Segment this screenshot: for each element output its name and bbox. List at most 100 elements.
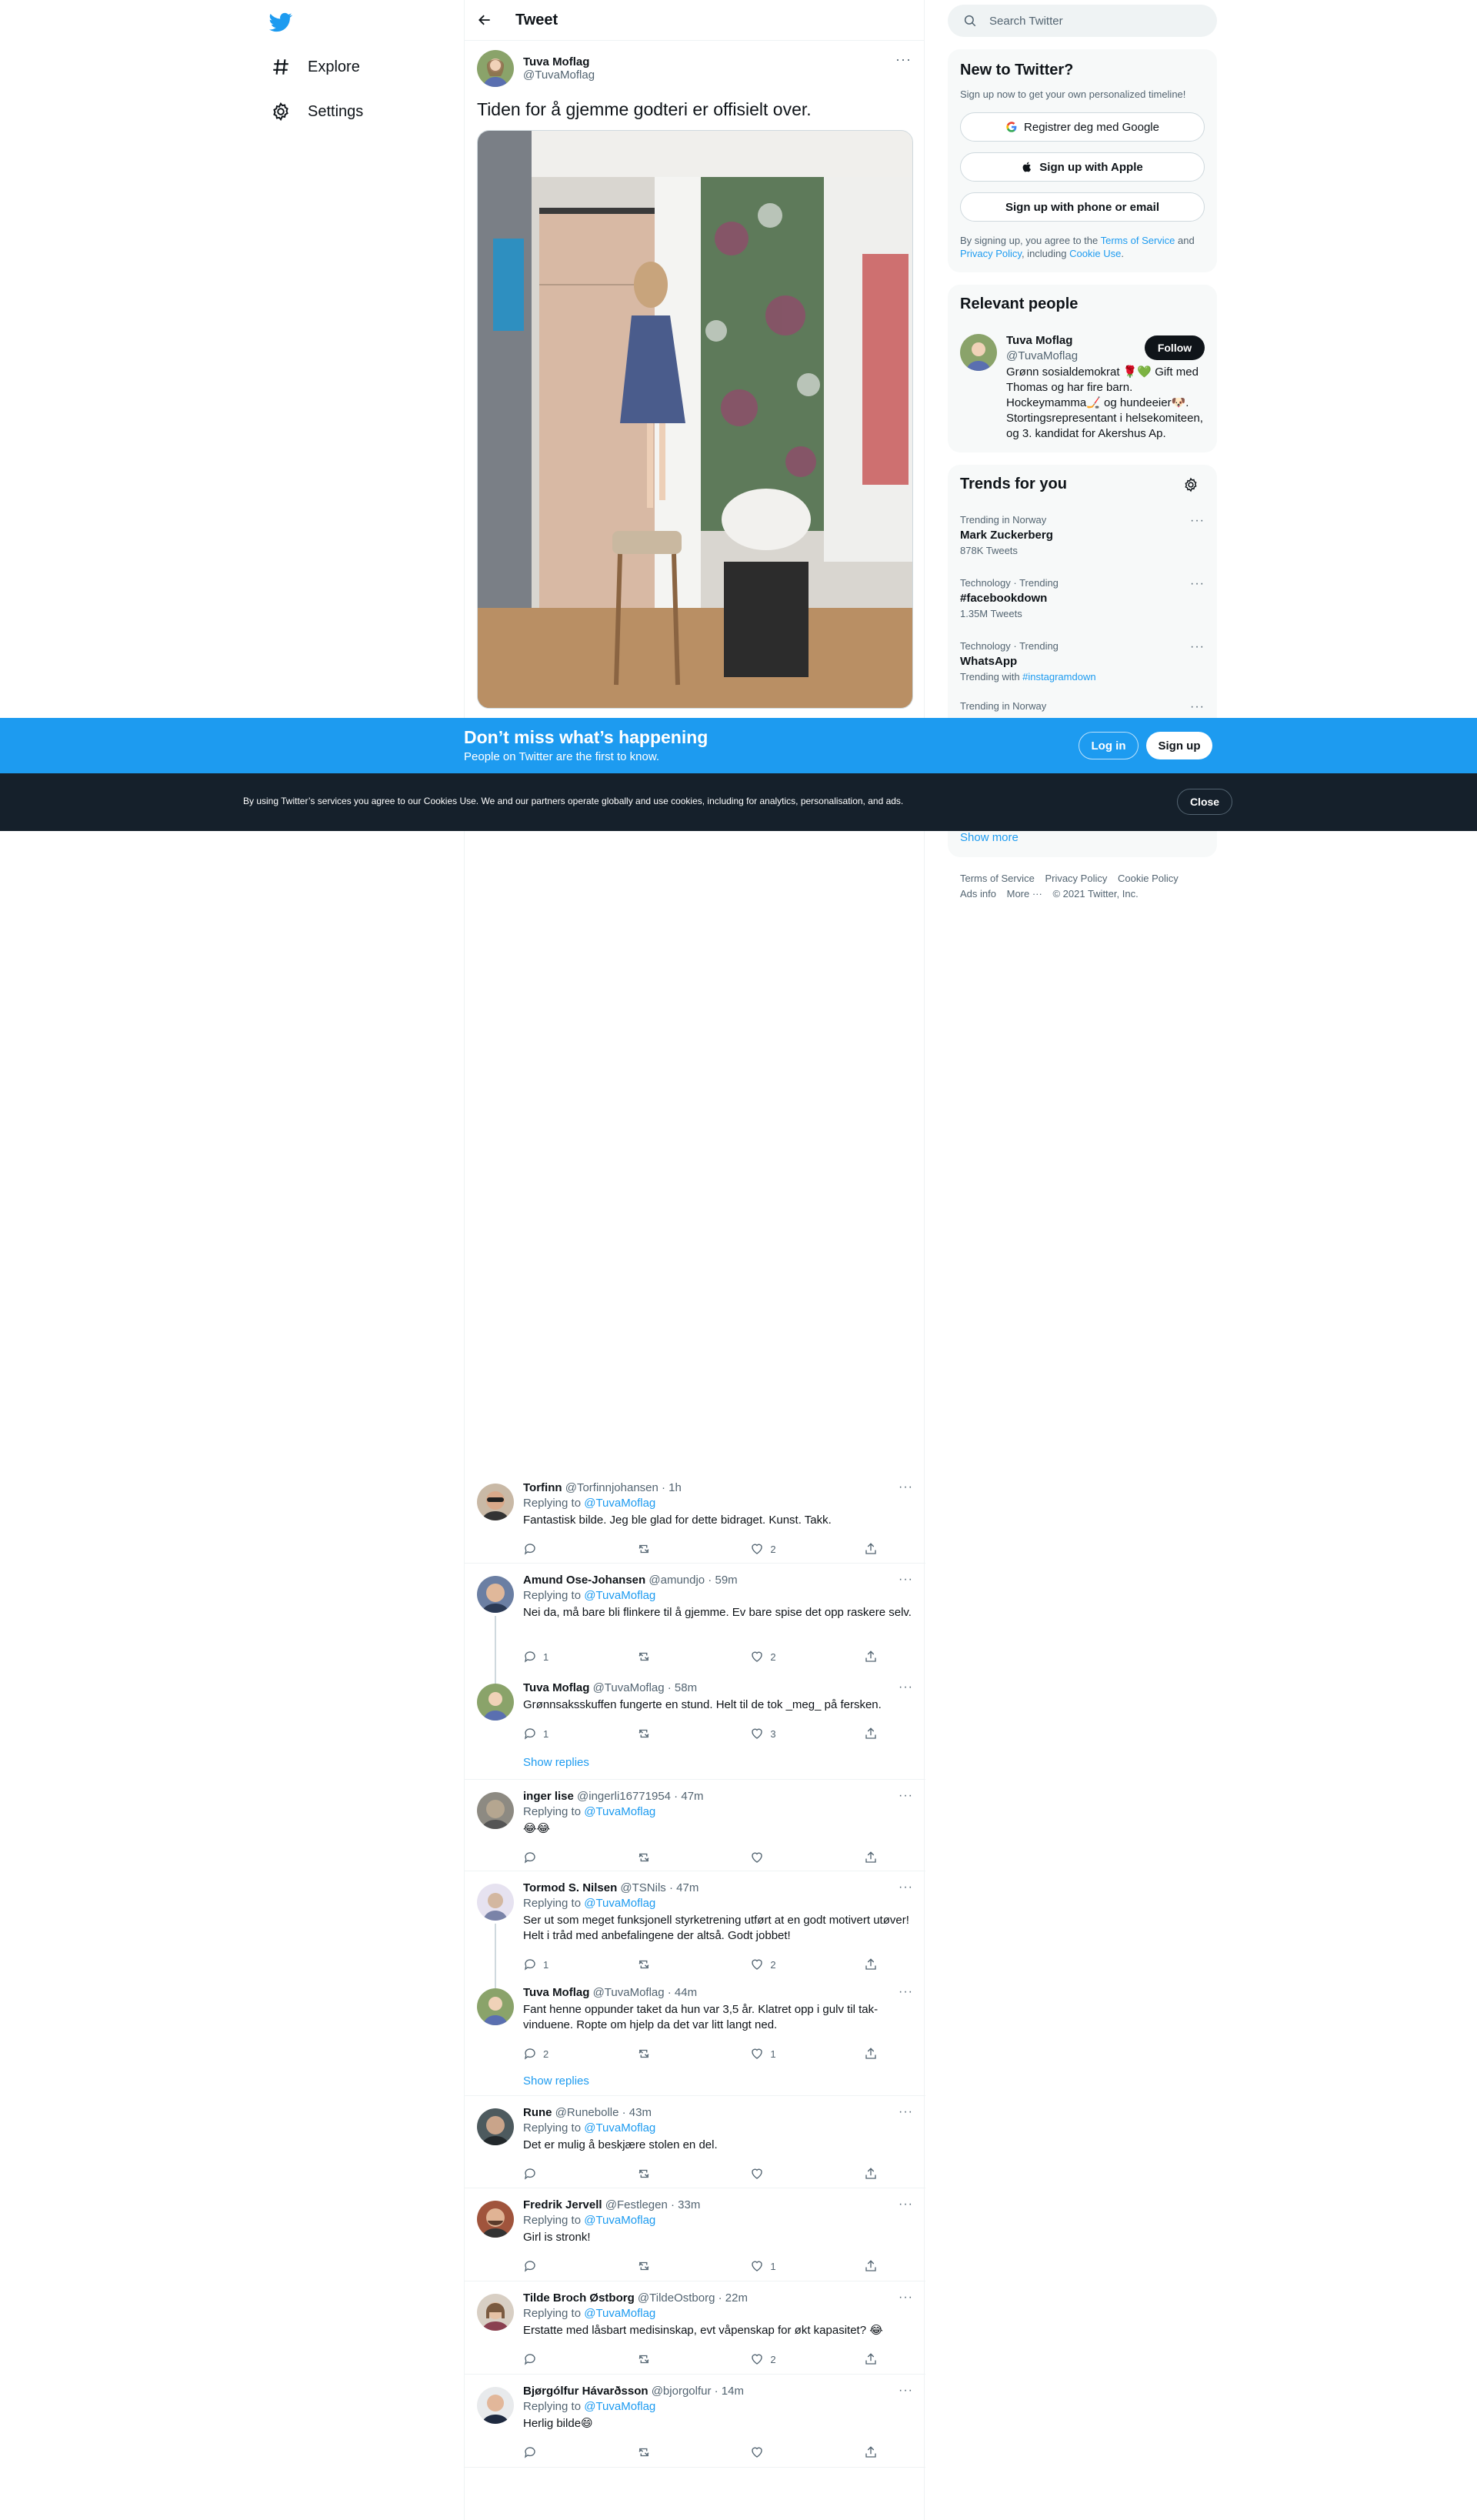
share-button[interactable] [864, 2259, 879, 2273]
nav-explore[interactable]: Explore [271, 52, 360, 82]
like-button[interactable]: 2 [750, 2352, 827, 2366]
reply-button[interactable] [523, 2259, 600, 2273]
reply-item[interactable]: Bjørgólfur Hávarðsson @bjorgolfur · 14m … [465, 2375, 925, 2468]
retweet-button[interactable] [637, 1727, 714, 1741]
reply-handle[interactable]: @Torfinnjohansen · 1h [565, 1481, 682, 1494]
reply-author[interactable]: Torfinn [523, 1481, 562, 1494]
like-button[interactable]: 2 [750, 1958, 827, 1971]
more-icon[interactable]: ··· [899, 1985, 913, 1999]
gear-icon[interactable] [1183, 477, 1199, 492]
avatar[interactable] [477, 1484, 514, 1520]
share-button[interactable] [864, 1727, 879, 1741]
back-arrow-icon[interactable] [477, 12, 492, 28]
avatar[interactable] [477, 1988, 514, 2025]
close-button[interactable]: Close [1177, 789, 1232, 815]
person-name[interactable]: Tuva Moflag [1006, 334, 1072, 347]
retweet-button[interactable] [637, 2445, 714, 2459]
reply-button[interactable] [523, 1542, 600, 1556]
author-name[interactable]: Tuva Moflag [523, 55, 595, 68]
footer-more-link[interactable]: More ··· [1007, 888, 1042, 900]
like-button[interactable]: 2 [750, 1542, 827, 1556]
like-button[interactable]: 3 [750, 1727, 827, 1741]
more-icon[interactable]: ··· [899, 2198, 913, 2211]
follow-button[interactable]: Follow [1145, 335, 1205, 360]
more-icon[interactable]: ··· [1190, 514, 1205, 528]
reply-author[interactable]: inger lise [523, 1790, 574, 1803]
reply-handle[interactable]: @TildeOstborg · 22m [638, 2291, 748, 2305]
trend-item[interactable]: Trending in Norway Mark Zuckerberg 878K … [960, 514, 1205, 556]
login-button[interactable]: Log in [1079, 732, 1139, 759]
reply-button[interactable]: 1 [523, 1650, 600, 1664]
reply-author[interactable]: Tuva Moflag [523, 1681, 589, 1694]
avatar[interactable] [960, 334, 997, 371]
privacy-link[interactable]: Privacy Policy [960, 248, 1022, 259]
show-replies-link[interactable]: Show replies [523, 1756, 589, 1769]
footer-ads-link[interactable]: Ads info [960, 888, 996, 900]
author-handle[interactable]: @TuvaMoflag [523, 68, 595, 82]
replying-link[interactable]: @TuvaMoflag [584, 2307, 655, 2320]
retweet-button[interactable] [637, 2259, 714, 2273]
reply-button[interactable] [523, 1851, 600, 1864]
more-icon[interactable]: ··· [895, 52, 912, 68]
reply-button[interactable] [523, 2445, 600, 2459]
reply-button[interactable] [523, 2352, 600, 2366]
search-input[interactable]: Search Twitter [989, 15, 1063, 28]
avatar[interactable] [477, 1684, 514, 1721]
reply-item[interactable]: Amund Ose-Johansen @amundjo · 59m Replyi… [465, 1564, 925, 1779]
twitter-logo-icon[interactable] [269, 11, 292, 34]
share-button[interactable] [864, 2167, 879, 2181]
reply-button[interactable]: 2 [523, 2047, 600, 2061]
retweet-button[interactable] [637, 1542, 714, 1556]
more-icon[interactable]: ··· [899, 1881, 913, 1894]
more-icon[interactable]: ··· [899, 1480, 913, 1494]
reply-handle[interactable]: @bjorgolfur · 14m [652, 2385, 744, 2398]
footer-cookie-link[interactable]: Cookie Policy [1118, 873, 1179, 884]
reply-item[interactable]: Torfinn @Torfinnjohansen · 1h Replying t… [465, 1471, 925, 1564]
cookie-use-link[interactable]: Cookie Use [1069, 248, 1121, 259]
reply-button[interactable]: 1 [523, 1958, 600, 1971]
trend-item[interactable]: Trending in Norway ··· [960, 700, 1205, 713]
reply-item[interactable]: inger lise @ingerli16771954 · 47m Replyi… [465, 1779, 925, 1871]
avatar[interactable] [477, 2201, 514, 2238]
more-icon[interactable]: ··· [899, 2291, 913, 2305]
trend-item[interactable]: Technology · Trending WhatsApp Trending … [960, 640, 1205, 683]
avatar[interactable] [477, 2108, 514, 2145]
replying-link[interactable]: @TuvaMoflag [584, 2214, 655, 2227]
show-replies-link[interactable]: Show replies [523, 2074, 589, 2088]
reply-handle[interactable]: @ingerli16771954 · 47m [577, 1790, 704, 1803]
share-button[interactable] [864, 1851, 879, 1864]
like-button[interactable]: 2 [750, 1650, 827, 1664]
retweet-button[interactable] [637, 1958, 714, 1971]
signup-button[interactable]: Sign up [1146, 732, 1212, 759]
reply-item[interactable]: Fredrik Jervell @Festlegen · 33m Replyin… [465, 2188, 925, 2281]
apple-signup-button[interactable]: Sign up with Apple [960, 152, 1205, 182]
avatar[interactable] [477, 1884, 514, 1921]
person-handle[interactable]: @TuvaMoflag [1006, 349, 1078, 362]
reply-author[interactable]: Rune [523, 2106, 552, 2119]
more-icon[interactable]: ··· [1190, 640, 1205, 654]
more-icon[interactable]: ··· [899, 1573, 913, 1587]
reply-author[interactable]: Fredrik Jervell [523, 2198, 602, 2211]
tos-link[interactable]: Terms of Service [1101, 235, 1175, 246]
like-button[interactable] [750, 2445, 827, 2459]
reply-handle[interactable]: @TuvaMoflag · 58m [593, 1681, 698, 1694]
replying-link[interactable]: @TuvaMoflag [584, 1805, 655, 1818]
retweet-button[interactable] [637, 1650, 714, 1664]
more-icon[interactable]: ··· [899, 2105, 913, 2119]
share-button[interactable] [864, 1542, 879, 1556]
reply-author[interactable]: Bjørgólfur Hávarðsson [523, 2385, 648, 2398]
google-signup-button[interactable]: Registrer deg med Google [960, 112, 1205, 142]
like-button[interactable]: 1 [750, 2047, 827, 2061]
replying-link[interactable]: @TuvaMoflag [584, 2400, 655, 2413]
share-button[interactable] [864, 1958, 879, 1971]
reply-handle[interactable]: @Runebolle · 43m [555, 2106, 652, 2119]
replying-link[interactable]: @TuvaMoflag [584, 2121, 655, 2134]
retweet-button[interactable] [637, 2167, 714, 2181]
share-button[interactable] [864, 2047, 879, 2061]
reply-item[interactable]: Tormod S. Nilsen @TSNils · 47m Replying … [465, 1871, 925, 2096]
avatar[interactable] [477, 2294, 514, 2331]
show-more-link[interactable]: Show more [960, 831, 1019, 844]
share-button[interactable] [864, 2352, 879, 2366]
like-button[interactable] [750, 1851, 827, 1864]
reply-author[interactable]: Tuva Moflag [523, 1986, 589, 1999]
